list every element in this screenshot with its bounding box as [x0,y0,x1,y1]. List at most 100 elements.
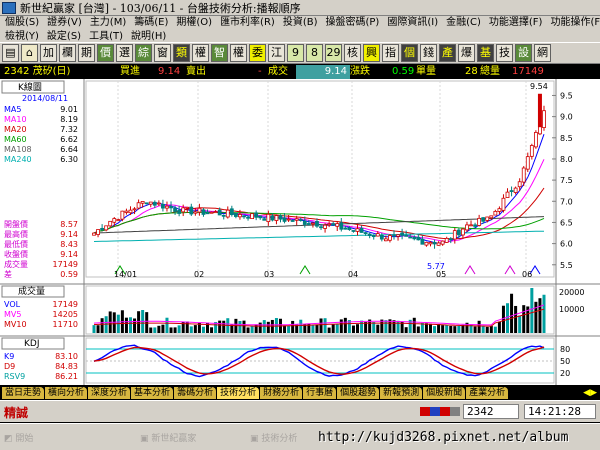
candle-body [173,207,177,212]
toolbar-button[interactable]: 技 [496,44,513,62]
menu-item[interactable]: 籌碼(E) [131,16,173,30]
menu-item[interactable]: 投資(B) [280,16,323,30]
volume-bar [542,294,546,333]
menu-item[interactable]: 證券(V) [44,16,87,30]
toolbar-button[interactable]: 綜 [135,44,152,62]
home-icon[interactable]: ⌂ [21,44,38,62]
toolbar-button[interactable]: 9 [287,44,304,62]
toolbar-button[interactable]: 29 [325,44,342,62]
toolbar-button[interactable]: 設 [515,44,532,62]
tab-11[interactable]: 個股新聞 [423,386,466,399]
toolbar-button[interactable]: 權 [192,44,209,62]
tab-2[interactable]: 橫向分析 [45,386,88,399]
ohlc-name: 成交量 [4,259,28,269]
candle-body [132,208,137,211]
candle-body [404,234,409,237]
tab-8[interactable]: 行事曆 [303,386,337,399]
kd-value: 84.83 [55,362,78,371]
volume-bar [514,305,518,333]
menu-item[interactable]: 國際資訊(I) [384,16,443,30]
volume-bar [477,320,481,333]
volume-bar [424,323,428,333]
tab-12[interactable]: 產業分析 [466,386,509,399]
toolbar-button[interactable]: 智 [211,44,228,62]
toolbar-button[interactable]: 8 [306,44,323,62]
tab-9[interactable]: 個股趨勢 [337,386,380,399]
stock-code-input[interactable]: 2342 [463,404,519,419]
window-title: 新世紀贏家 [台灣] - 103/06/11 - 台盤技術分析:播報順序 [20,1,301,15]
candle-body [375,233,380,237]
menu-item[interactable]: 匯市利率(R) [217,16,280,30]
volume-bar [145,312,149,333]
vol-name: VOL [4,300,21,309]
toolbar-button[interactable]: 欄 [59,44,76,62]
toolbar-button[interactable]: 類 [173,44,190,62]
volume-bar [433,326,437,333]
tab-10[interactable]: 新報預測 [380,386,423,399]
volume-bar [489,326,493,333]
candle-body [108,220,113,227]
candle-body [238,214,242,218]
volume-bar [457,325,461,333]
toolbar-button[interactable]: 江 [268,44,285,62]
toolbar-button[interactable]: 加 [40,44,57,62]
menu-item[interactable]: 主力(M) [87,16,131,30]
candle-body [396,234,400,237]
toolbar-button[interactable]: 錢 [420,44,437,62]
volume-bar [299,319,303,333]
toolbar-button[interactable]: 核 [344,44,361,62]
toolbar-button[interactable]: 興 [363,44,380,62]
tab-6[interactable]: 技術分析 [217,386,260,399]
toolbar-button[interactable]: 基 [477,44,494,62]
technical-chart[interactable]: K線圖 2014/08/11 MA5 9.01 MA10 8.19 MA20 7.32 MA… [0,79,600,385]
candle-body [156,202,161,205]
task-ghost: ▣ 新世紀贏家 [140,434,197,444]
candle-body [278,215,283,220]
volume-tick: 10000 [559,305,584,314]
toolbar-button[interactable]: 價 [97,44,114,62]
menu-item[interactable]: 個股(S) [2,16,44,30]
candle-body [481,217,486,222]
app-icon [2,1,16,14]
candle-body [432,241,437,245]
menu-item[interactable]: 操盤密碼(P) [323,16,385,30]
toolbar-button[interactable]: 期 [78,44,95,62]
chart-area[interactable]: K線圖 2014/08/11 MA5 9.01 MA10 8.19 MA20 7.32 MA… [0,79,600,385]
menu-item[interactable]: 期權(O) [173,16,217,30]
toolbar-button[interactable]: 個 [401,44,418,62]
candle-body [505,191,510,198]
volume-bar [404,327,408,333]
tab-3[interactable]: 深度分析 [88,386,131,399]
total-label: 總量 [480,66,500,77]
candle-body [246,216,250,219]
book-icon[interactable]: ▤ [2,44,19,62]
candle-body [274,215,279,221]
menu-item[interactable]: 功能操作(F) [547,16,600,30]
toolbar-button[interactable]: 委 [249,44,266,62]
stock-name: 2342 茂矽(日) [4,66,71,77]
month-tick: 06 [522,270,532,279]
menu-item[interactable]: 功能選擇(F) [486,16,548,30]
menu-item[interactable]: 金融(C) [443,16,486,30]
tab-5[interactable]: 籌碼分析 [174,386,217,399]
ma-value: 6.30 [60,155,78,164]
toolbar-button[interactable]: 產 [439,44,456,62]
toolbar-button[interactable]: 網 [534,44,551,62]
toolbar-button[interactable]: 指 [382,44,399,62]
toolbar-button[interactable]: 窗 [154,44,171,62]
kd-name: RSV9 [4,372,25,381]
tab-4[interactable]: 基本分析 [131,386,174,399]
candle-body [444,237,449,243]
volume-bar [510,293,514,333]
tab-scroll-arrows[interactable]: ◀▶ [580,388,600,398]
volume-bar [287,325,291,333]
kline-date: 2014/08/11 [22,94,68,103]
watermark-url: http://kujd3268.pixnet.net/album [318,430,569,445]
tab-7[interactable]: 財務分析 [260,386,303,399]
volume-bar [506,303,510,333]
tab-1[interactable]: 當日走勢 [2,386,45,399]
toolbar-button[interactable]: 選 [116,44,133,62]
toolbar-button[interactable]: 爆 [458,44,475,62]
toolbar-button[interactable]: 權 [230,44,247,62]
candle-body [379,234,384,240]
